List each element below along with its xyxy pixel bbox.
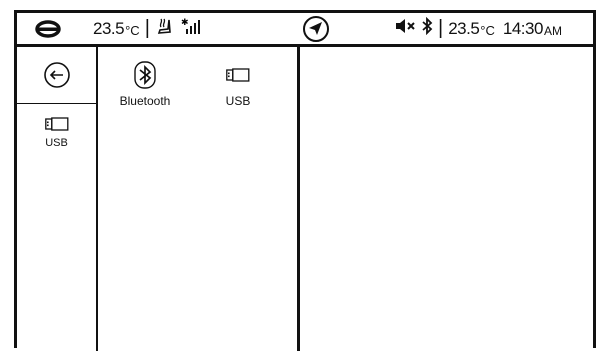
seat-heat-icon[interactable] xyxy=(155,16,175,41)
bluetooth-status-icon[interactable] xyxy=(421,16,433,40)
outside-temp-value: 23.5 xyxy=(93,18,125,38)
svg-text:✱: ✱ xyxy=(181,18,189,28)
source-tile-usb[interactable]: USB xyxy=(202,61,274,108)
status-separator: | xyxy=(144,17,150,39)
back-button[interactable] xyxy=(17,47,96,104)
source-tile-label: Bluetooth xyxy=(119,94,171,108)
left-panel: USB xyxy=(17,47,98,351)
source-tile-label: USB xyxy=(225,94,251,108)
back-arrow-icon xyxy=(43,62,70,88)
usb-drive-icon xyxy=(226,68,250,82)
outside-temp-unit: °C xyxy=(125,23,140,38)
status-right-group: | 23.5 °C 14:30 AM xyxy=(395,13,562,44)
left-item-usb[interactable]: USB xyxy=(17,117,96,149)
cabin-temp-unit: °C xyxy=(480,23,495,38)
content-area xyxy=(300,47,593,351)
status-bar: 23.5 °C | ✱ | 23.5 °C 14:30 AM xyxy=(17,13,593,47)
screen-frame: 23.5 °C | ✱ | 23.5 °C 14:30 AM USB Bluet… xyxy=(14,10,596,351)
clock-ampm: AM xyxy=(543,23,562,38)
mute-icon[interactable] xyxy=(395,18,417,39)
usb-drive-icon xyxy=(44,117,68,131)
navigation-arrow-icon[interactable] xyxy=(302,13,330,44)
brand-logo-icon[interactable] xyxy=(35,13,61,44)
bluetooth-icon xyxy=(134,61,156,89)
source-list: Bluetooth USB xyxy=(98,47,300,351)
cabin-temp-value: 23.5 xyxy=(448,18,480,38)
status-left-group: 23.5 °C | ✱ xyxy=(93,13,203,44)
signal-strength-icon: ✱ xyxy=(181,16,203,41)
status-separator-right: | xyxy=(438,17,444,39)
source-tile-bluetooth[interactable]: Bluetooth xyxy=(109,61,181,108)
left-item-label: USB xyxy=(45,137,68,149)
clock-time: 14:30 xyxy=(502,18,544,38)
